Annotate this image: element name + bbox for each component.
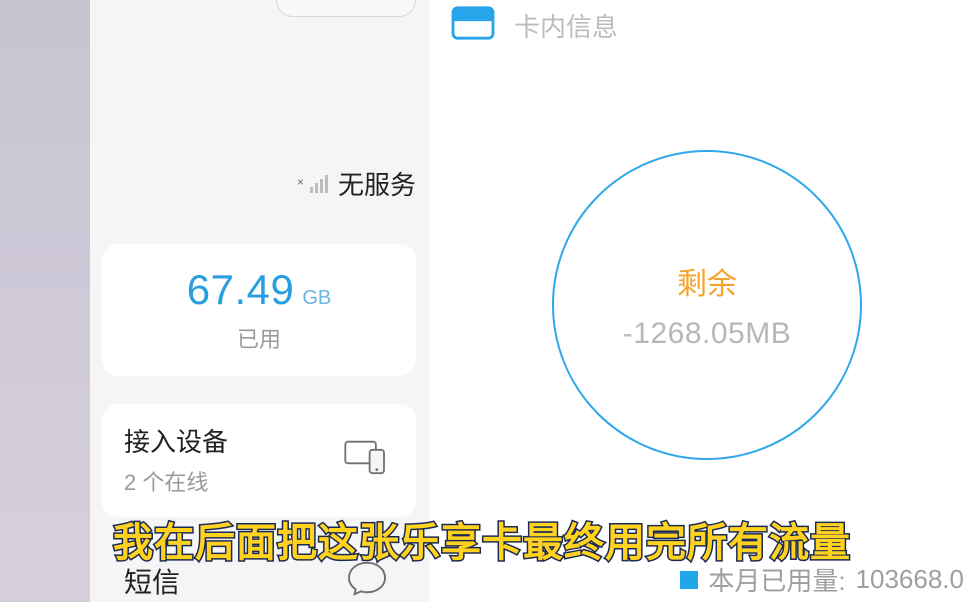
right-phone-screen: 卡内信息 剩余 -1268.05MB 本月已用量: 103668.0 [430,0,964,602]
no-service-label: 无服务 [338,165,416,202]
devices-icon [344,439,388,480]
remaining-label: 剩余 [677,259,737,303]
chat-bubble-icon [346,559,388,602]
connected-devices-card[interactable]: 接入设备 2 个在线 [102,404,416,517]
data-usage-card[interactable]: 67.49 GB 已用 [102,244,416,376]
no-service-status: × 无服务 [102,165,416,202]
sim-card-icon [450,3,496,48]
month-usage-row: 本月已用量: 103668.0 [680,561,964,598]
sms-row[interactable]: 短信 [102,559,416,602]
month-usage-label: 本月已用量: [708,561,845,598]
month-usage-value: 103668.0 [856,564,964,595]
sms-label: 短信 [124,561,180,601]
legend-square-icon [680,571,698,589]
wallpaper-strip [0,0,90,602]
remaining-data-ring: 剩余 -1268.05MB [552,150,862,460]
left-phone-screen: × 无服务 67.49 GB 已用 接入设备 2 个在线 [0,0,430,602]
usage-label: 已用 [102,322,416,354]
remaining-value: -1268.05MB [623,317,791,351]
usage-value: 67.49 [187,266,295,314]
device-count: 2 个在线 [124,465,228,497]
card-info-label: 卡内信息 [514,7,618,44]
signal-bars-icon [310,175,328,193]
no-signal-x-icon: × [297,175,304,189]
card-info-header[interactable]: 卡内信息 [450,0,964,50]
top-card-fragment [102,0,416,17]
device-title: 接入设备 [124,422,228,459]
usage-unit: GB [302,287,331,310]
